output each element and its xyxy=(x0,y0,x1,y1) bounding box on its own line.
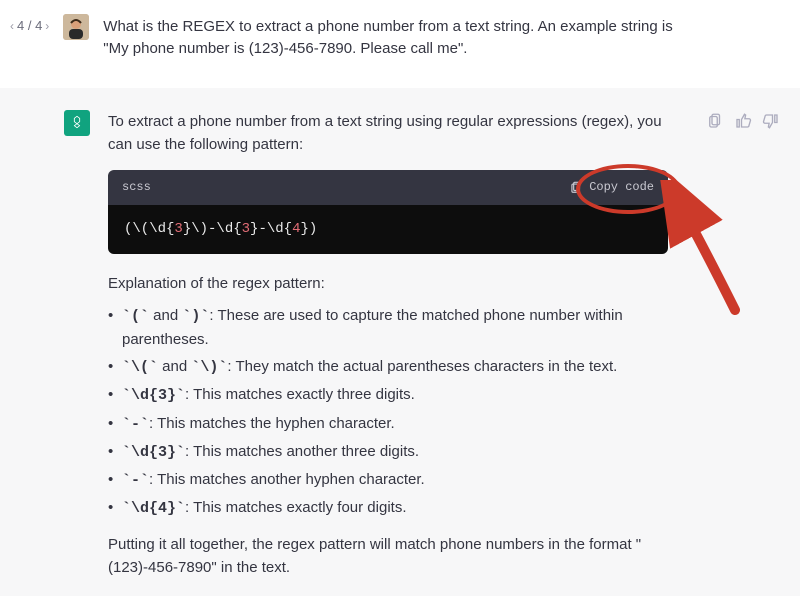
explanation-title: Explanation of the regex pattern: xyxy=(108,272,688,295)
assistant-body: To extract a phone number from a text st… xyxy=(108,110,688,580)
code-lang-label: scss xyxy=(122,178,151,197)
next-icon[interactable]: › xyxy=(45,19,49,33)
thumbs-down-icon[interactable] xyxy=(762,112,780,130)
assistant-outro: Putting it all together, the regex patte… xyxy=(108,533,688,580)
pager-label: 4 / 4 xyxy=(17,18,42,33)
list-item: `-`: This matches another hyphen charact… xyxy=(108,468,688,492)
prev-icon[interactable]: ‹ xyxy=(10,19,14,33)
clipboard-icon[interactable] xyxy=(706,112,724,130)
list-item: `\d{3}`: This matches exactly three digi… xyxy=(108,383,688,407)
explanation-list: `(` and `)`: These are used to capture t… xyxy=(108,304,688,521)
code-header: scss Copy code xyxy=(108,170,668,205)
list-item: `-`: This matches the hyphen character. xyxy=(108,412,688,436)
copy-code-label: Copy code xyxy=(589,178,654,197)
list-item: `\d{3}`: This matches another three digi… xyxy=(108,440,688,464)
message-actions xyxy=(706,112,780,580)
assistant-avatar xyxy=(64,110,90,136)
assistant-message-row: To extract a phone number from a text st… xyxy=(0,88,800,596)
copy-code-button[interactable]: Copy code xyxy=(569,178,654,197)
clipboard-icon xyxy=(569,180,583,194)
assistant-intro: To extract a phone number from a text st… xyxy=(108,110,688,157)
list-item: `\(` and `\)`: They match the actual par… xyxy=(108,355,688,379)
list-item: `(` and `)`: These are used to capture t… xyxy=(108,304,688,352)
list-item: `\d{4}`: This matches exactly four digit… xyxy=(108,496,688,520)
code-content: (\(\d{3}\)-\d{3}-\d{4}) xyxy=(108,205,668,255)
user-message-row: ‹ 4 / 4 › What is the REGEX to extract a… xyxy=(0,0,800,88)
thumbs-up-icon[interactable] xyxy=(734,112,752,130)
pager: ‹ 4 / 4 › xyxy=(10,18,49,33)
user-message-text: What is the REGEX to extract a phone num… xyxy=(103,14,683,60)
user-avatar xyxy=(63,14,89,40)
code-block: scss Copy code (\(\d{3}\)-\d{3}-\d{4}) xyxy=(108,170,668,254)
